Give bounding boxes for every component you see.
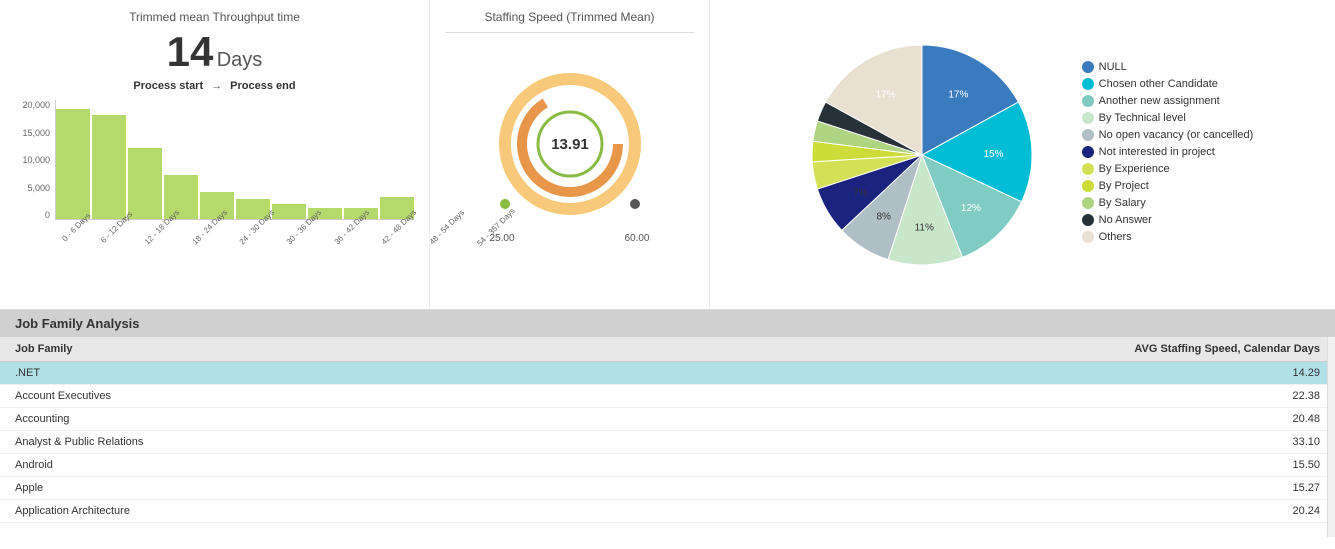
legend-color-dot <box>1082 129 1094 141</box>
throughput-number: 14 <box>167 28 214 75</box>
job-family-cell: Android <box>0 454 565 477</box>
table-row[interactable]: Android15.50 <box>0 454 1335 477</box>
legend-item[interactable]: NULL <box>1082 61 1254 73</box>
legend-color-dot <box>1082 78 1094 90</box>
avg-speed-cell: 15.50 <box>565 454 1335 477</box>
bar-chart: 20,000 15,000 10,000 5,000 0 0 - 6 Days6… <box>15 100 414 290</box>
process-flow: Process start → Process end <box>15 80 414 92</box>
gauge-value-text: 13.91 <box>551 136 589 153</box>
process-arrow: → <box>211 80 222 92</box>
legend-label: NULL <box>1099 61 1127 73</box>
throughput-value: 14 Days <box>15 28 414 76</box>
legend-color-dot <box>1082 197 1094 209</box>
gauge-svg: 13.91 <box>485 59 655 229</box>
scrollbar[interactable] <box>1327 337 1335 537</box>
legend-item[interactable]: Chosen other Candidate <box>1082 78 1254 90</box>
pie-label: 8% <box>876 211 891 222</box>
job-family-cell: Accounting <box>0 408 565 431</box>
gauge-container: 13.91 25.00 60.00 <box>445 41 694 261</box>
table-row[interactable]: Account Executives22.38 <box>0 385 1335 408</box>
pie-label: 17% <box>875 89 895 100</box>
table-row[interactable]: .NET14.29 <box>0 362 1335 385</box>
legend-color-dot <box>1082 61 1094 73</box>
legend-label: Chosen other Candidate <box>1099 78 1218 90</box>
table-container[interactable]: Job Family AVG Staffing Speed, Calendar … <box>0 337 1335 537</box>
y-axis-labels: 20,000 15,000 10,000 5,000 0 <box>15 100 50 220</box>
section-header: Job Family Analysis <box>0 310 1335 337</box>
job-family-table: Job Family AVG Staffing Speed, Calendar … <box>0 337 1335 523</box>
legend-label: By Salary <box>1099 197 1146 209</box>
pie-legend: NULL Chosen other Candidate Another new as… <box>1082 61 1254 248</box>
staffing-title: Staffing Speed (Trimmed Mean) <box>445 10 694 33</box>
job-family-cell: Application Architecture <box>0 500 565 523</box>
col-avg-speed: AVG Staffing Speed, Calendar Days <box>565 337 1335 362</box>
legend-item[interactable]: No Answer <box>1082 214 1254 226</box>
table-row[interactable]: Accounting20.48 <box>0 408 1335 431</box>
legend-item[interactable]: By Salary <box>1082 197 1254 209</box>
throughput-title: Trimmed mean Throughput time <box>15 10 414 24</box>
legend-color-dot <box>1082 180 1094 192</box>
job-family-cell: Apple <box>0 477 565 500</box>
pie-label: 11% <box>914 222 933 233</box>
process-start-label: Process start <box>133 80 203 92</box>
bar <box>128 148 162 220</box>
pie-label: 15% <box>983 148 1003 159</box>
avg-speed-cell: 15.27 <box>565 477 1335 500</box>
legend-item[interactable]: No open vacancy (or cancelled) <box>1082 129 1254 141</box>
bar <box>56 109 90 219</box>
legend-label: No Answer <box>1099 214 1152 226</box>
throughput-unit: Days <box>217 49 263 71</box>
avg-speed-cell: 14.29 <box>565 362 1335 385</box>
throughput-panel: Trimmed mean Throughput time 14 Days Pro… <box>0 0 430 309</box>
legend-item[interactable]: By Technical level <box>1082 112 1254 124</box>
pie-chart: 17% 15% 12% 11% 8% 7% 17% <box>792 15 1072 295</box>
legend-label: Another new assignment <box>1099 95 1220 107</box>
job-family-cell: Account Executives <box>0 385 565 408</box>
gauge-max: 60.00 <box>624 233 649 244</box>
legend-label: No open vacancy (or cancelled) <box>1099 129 1254 141</box>
legend-label: Others <box>1099 231 1132 243</box>
col-job-family: Job Family <box>0 337 565 362</box>
job-family-cell: .NET <box>0 362 565 385</box>
pie-label: 12% <box>961 203 981 214</box>
legend-label: By Project <box>1099 180 1149 192</box>
legend-color-dot <box>1082 214 1094 226</box>
pie-label: 17% <box>948 89 968 100</box>
legend-color-dot <box>1082 95 1094 107</box>
pie-panel: 17% 15% 12% 11% 8% 7% 17% NULL Chosen other Can… <box>710 0 1335 309</box>
legend-color-dot <box>1082 163 1094 175</box>
pie-label: 7% <box>853 187 868 198</box>
job-family-cell: Analyst & Public Relations <box>0 431 565 454</box>
bottom-section: Job Family Analysis Job Family AVG Staff… <box>0 310 1335 549</box>
avg-speed-cell: 33.10 <box>565 431 1335 454</box>
avg-speed-cell: 20.48 <box>565 408 1335 431</box>
legend-item[interactable]: Another new assignment <box>1082 95 1254 107</box>
legend-label: By Technical level <box>1099 112 1186 124</box>
pie-svg: 17% 15% 12% 11% 8% 7% 17% <box>792 15 1072 295</box>
legend-item[interactable]: Not interested in project <box>1082 146 1254 158</box>
legend-color-dot <box>1082 146 1094 158</box>
legend-item[interactable]: By Experience <box>1082 163 1254 175</box>
legend-item[interactable]: By Project <box>1082 180 1254 192</box>
table-row[interactable]: Analyst & Public Relations33.10 <box>0 431 1335 454</box>
table-row[interactable]: Application Architecture20.24 <box>0 500 1335 523</box>
x-axis-labels: 0 - 6 Days6 - 12 Days12 - 18 Days18 - 24… <box>55 224 414 274</box>
process-end-label: Process end <box>230 80 295 92</box>
avg-speed-cell: 20.24 <box>565 500 1335 523</box>
bar-chart-bars <box>55 100 414 220</box>
legend-item[interactable]: Others <box>1082 231 1254 243</box>
table-row[interactable]: Apple15.27 <box>0 477 1335 500</box>
avg-speed-cell: 22.38 <box>565 385 1335 408</box>
legend-label: By Experience <box>1099 163 1170 175</box>
legend-label: Not interested in project <box>1099 146 1215 158</box>
bar <box>92 115 126 220</box>
legend-color-dot <box>1082 112 1094 124</box>
legend-color-dot <box>1082 231 1094 243</box>
